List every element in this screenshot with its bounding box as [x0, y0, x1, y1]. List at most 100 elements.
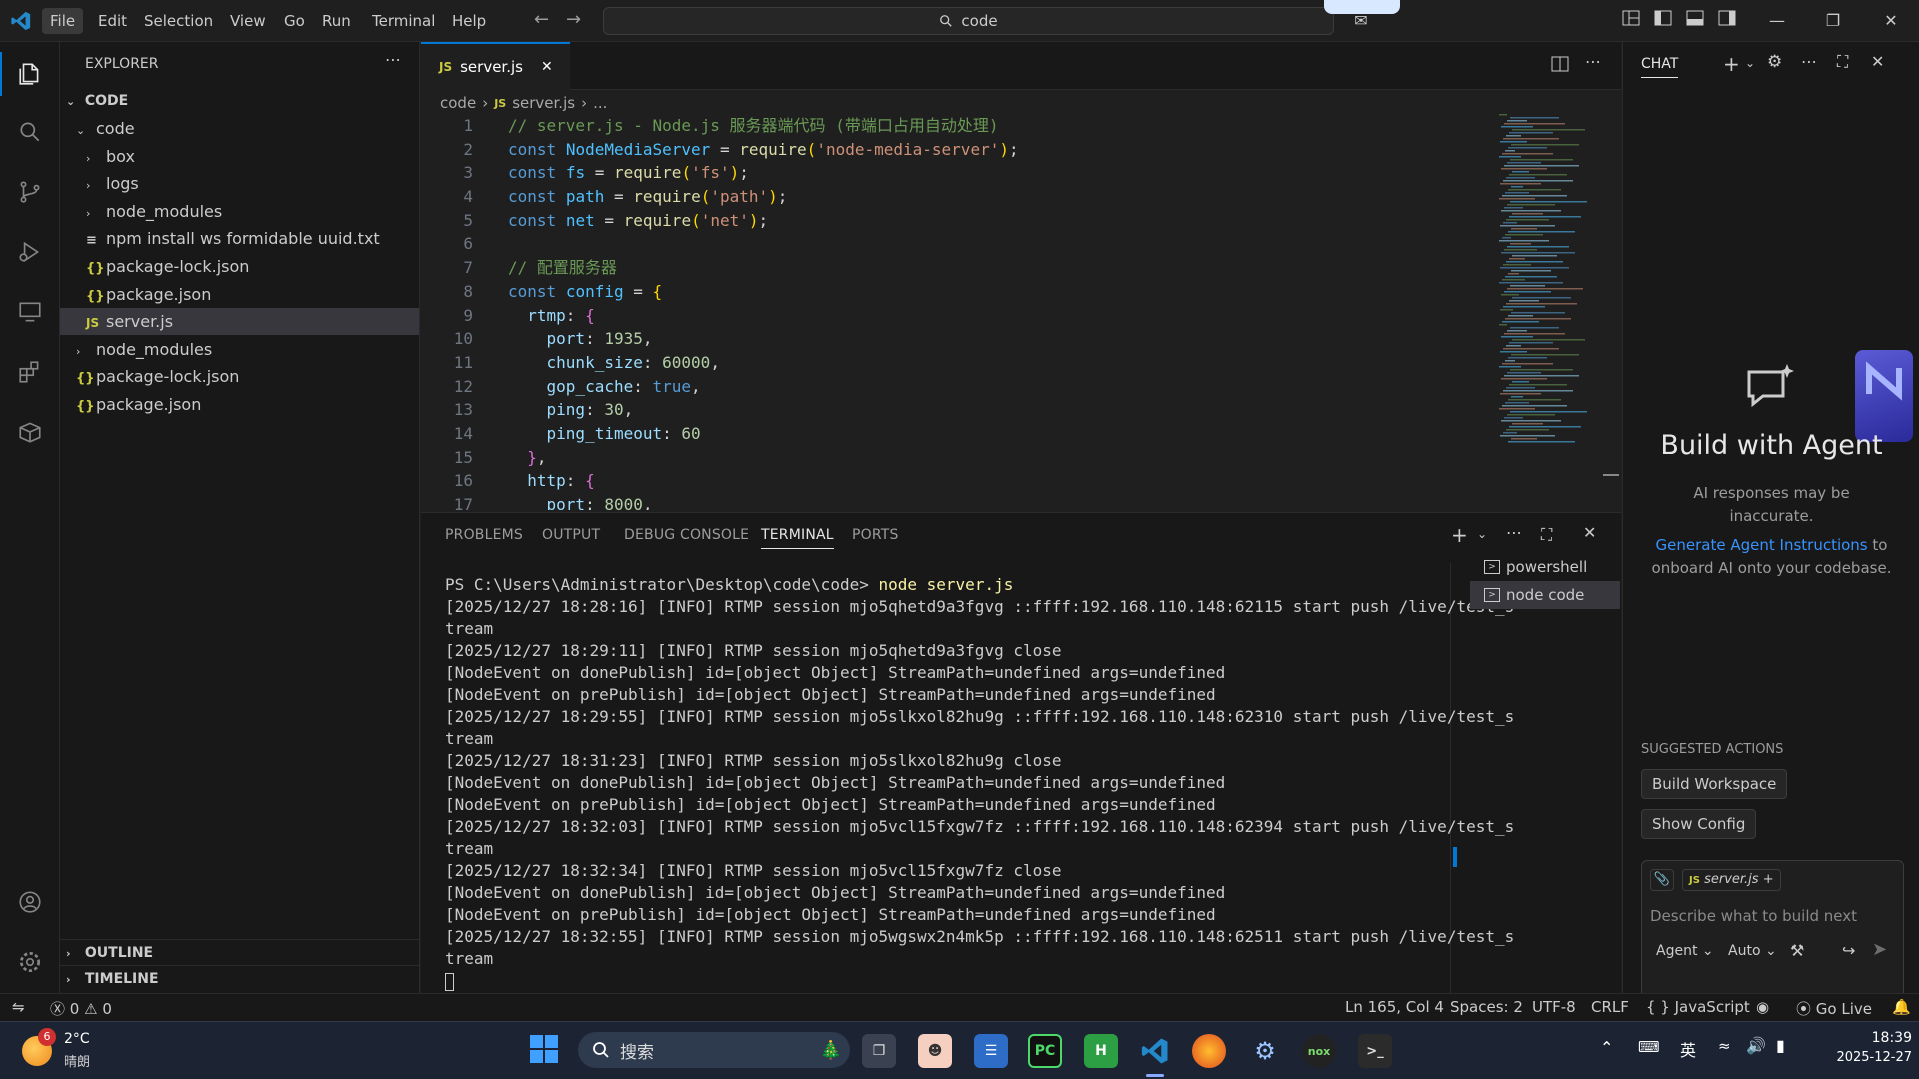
- tab-ports[interactable]: PORTS: [852, 527, 899, 543]
- maximize-panel-icon[interactable]: ⛶: [1541, 525, 1552, 545]
- remote-indicator-icon[interactable]: ⇋: [12, 998, 25, 1016]
- clock-date[interactable]: 2025-12-27: [1812, 1050, 1912, 1065]
- clock-time[interactable]: 18:39: [1812, 1030, 1912, 1046]
- app-avatar-icon[interactable]: ☻: [918, 1034, 952, 1068]
- source-control-icon[interactable]: [10, 172, 50, 212]
- tree-item[interactable]: {}package-lock.json: [60, 363, 419, 390]
- chat-input-field[interactable]: Describe what to build next: [1650, 907, 1857, 925]
- close-window-icon[interactable]: ✕: [1880, 10, 1902, 32]
- chat-toggle-icon[interactable]: ✉: [1350, 10, 1372, 32]
- nox-icon[interactable]: nox: [1302, 1034, 1336, 1068]
- menu-selection[interactable]: Selection: [136, 8, 221, 34]
- tab-terminal[interactable]: TERMINAL: [761, 527, 834, 549]
- back-arrow-icon[interactable]: ←: [534, 9, 549, 30]
- tools-icon[interactable]: ⚒: [1790, 941, 1804, 960]
- line-ending[interactable]: CRLF: [1591, 998, 1629, 1016]
- context-file-chip[interactable]: JS server.js +: [1682, 869, 1781, 891]
- chat-dropdown-icon[interactable]: ⌄: [1745, 56, 1755, 70]
- explorer-icon[interactable]: [10, 54, 50, 94]
- minimize-icon[interactable]: —: [1766, 10, 1788, 32]
- terminal-output[interactable]: PS C:\Users\Administrator\Desktop\code\c…: [445, 574, 1514, 992]
- model-picker[interactable]: Auto ⌄: [1728, 943, 1777, 959]
- chat-settings-icon[interactable]: ⚙: [1767, 52, 1782, 72]
- vscode-taskbar-icon[interactable]: [1138, 1034, 1172, 1068]
- keyboard-icon[interactable]: ⌨: [1638, 1038, 1660, 1056]
- ime-indicator[interactable]: 英: [1680, 1037, 1696, 1061]
- editor-more-icon[interactable]: ⋯: [1585, 52, 1601, 71]
- workspace-root[interactable]: ⌄ CODE: [60, 88, 419, 115]
- menu-view[interactable]: View: [222, 8, 274, 34]
- toggle-secondary-sidebar-icon[interactable]: [1716, 10, 1738, 32]
- battery-icon[interactable]: ▮: [1776, 1036, 1785, 1055]
- menu-help[interactable]: Help: [444, 8, 494, 34]
- task-view-icon[interactable]: ❐: [862, 1034, 896, 1068]
- taskbar-search[interactable]: 搜索 🎄: [578, 1032, 850, 1068]
- run-debug-icon[interactable]: [10, 232, 50, 272]
- tree-item[interactable]: {}package.json: [60, 281, 419, 308]
- menu-run[interactable]: Run: [314, 8, 359, 34]
- breadcrumb-folder[interactable]: code: [440, 94, 476, 112]
- toggle-sidebar-icon[interactable]: [1652, 10, 1674, 32]
- accounts-icon[interactable]: [10, 882, 50, 922]
- terminal-scrollbar[interactable]: [1453, 847, 1457, 867]
- search-view-icon[interactable]: [10, 112, 50, 152]
- close-tab-icon[interactable]: ✕: [541, 59, 553, 75]
- minimap[interactable]: [1497, 114, 1607, 444]
- tree-item[interactable]: › node_modules: [60, 198, 419, 225]
- agent-instructions-link[interactable]: Generate Agent Instructions: [1656, 536, 1868, 554]
- terminal-dropdown-icon[interactable]: ⌄: [1477, 527, 1487, 541]
- timeline-section[interactable]: › TIMELINE: [60, 965, 419, 991]
- go-live-button[interactable]: ⦿ Go Live: [1796, 998, 1872, 1019]
- attach-icon[interactable]: 📎: [1650, 869, 1674, 891]
- restore-icon[interactable]: ❐: [1822, 10, 1844, 32]
- tree-item[interactable]: › logs: [60, 170, 419, 197]
- extensions-icon[interactable]: [10, 352, 50, 392]
- hbuilder-icon[interactable]: H: [1084, 1034, 1118, 1068]
- breadcrumb-symbol[interactable]: ...: [593, 94, 607, 112]
- new-chat-icon[interactable]: +: [1723, 52, 1740, 76]
- close-chat-icon[interactable]: ✕: [1871, 52, 1884, 71]
- cursor-position[interactable]: Ln 165, Col 4: [1345, 998, 1444, 1016]
- settings-app-icon[interactable]: ⚙: [1248, 1034, 1282, 1068]
- chat-more-icon[interactable]: ⋯: [1801, 52, 1817, 71]
- tray-expand-icon[interactable]: ⌃: [1600, 1038, 1613, 1057]
- outline-section[interactable]: › OUTLINE: [60, 939, 419, 965]
- tab-debug-console[interactable]: DEBUG CONSOLE: [624, 527, 749, 543]
- code-editor[interactable]: 1 // server.js - Node.js 服务器端代码 (带端口占用自动处…: [421, 114, 1491, 510]
- notepad-icon[interactable]: ☰: [974, 1034, 1008, 1068]
- start-button[interactable]: [530, 1035, 558, 1063]
- panel-more-icon[interactable]: ⋯: [1506, 523, 1522, 542]
- command-center-search[interactable]: code: [603, 7, 1334, 35]
- tree-item[interactable]: ≡ npm install ws formidable uuid.txt: [60, 225, 419, 252]
- breadcrumb-file[interactable]: server.js: [512, 94, 575, 112]
- pycharm-icon[interactable]: PC: [1028, 1034, 1062, 1068]
- packages-icon[interactable]: [10, 412, 50, 452]
- copilot-status-icon[interactable]: ◉: [1756, 998, 1769, 1016]
- floating-assistant-icon[interactable]: [1855, 350, 1913, 442]
- menu-file[interactable]: File: [42, 8, 84, 34]
- indentation[interactable]: Spaces: 2: [1450, 998, 1523, 1016]
- tree-item[interactable]: {}package.json: [60, 391, 419, 418]
- forward-arrow-icon[interactable]: →: [566, 9, 581, 30]
- menu-terminal[interactable]: Terminal: [364, 8, 443, 34]
- language-mode[interactable]: { } JavaScript: [1646, 998, 1750, 1016]
- mode-picker[interactable]: Agent ⌄: [1656, 943, 1714, 959]
- new-terminal-icon[interactable]: +: [1451, 523, 1468, 547]
- toggle-panel-icon[interactable]: [1684, 10, 1706, 32]
- terminal-instance[interactable]: > powershell: [1470, 553, 1620, 581]
- tree-item[interactable]: ⌄ code: [60, 115, 419, 142]
- customize-layout-icon[interactable]: [1620, 10, 1642, 32]
- split-editor-icon[interactable]: [1551, 56, 1569, 76]
- remote-explorer-icon[interactable]: [10, 292, 50, 332]
- encoding[interactable]: UTF-8: [1532, 998, 1576, 1016]
- tab-problems[interactable]: PROBLEMS: [445, 527, 523, 543]
- notifications-bell-icon[interactable]: 🔔: [1892, 998, 1911, 1016]
- show-config-button[interactable]: Show Config: [1641, 809, 1757, 839]
- maximize-chat-icon[interactable]: ⛶: [1837, 52, 1848, 72]
- menu-go[interactable]: Go: [276, 8, 313, 34]
- menu-edit[interactable]: Edit: [90, 8, 135, 34]
- more-actions-icon[interactable]: ⋯: [385, 50, 401, 69]
- firefox-icon[interactable]: [1192, 1034, 1226, 1068]
- build-workspace-button[interactable]: Build Workspace: [1641, 769, 1788, 799]
- problems-status[interactable]: Ⓧ 0 ⚠ 0: [50, 998, 112, 1019]
